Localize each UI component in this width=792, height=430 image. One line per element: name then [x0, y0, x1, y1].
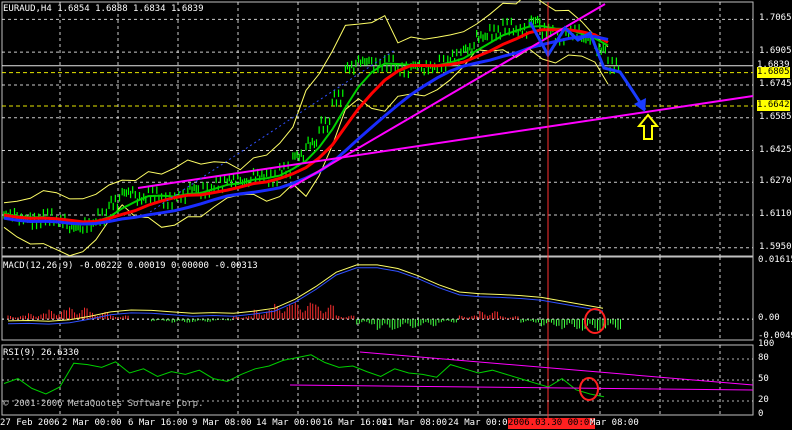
- price-tick-label: 1.6585: [759, 111, 792, 122]
- time-axis-label: Mar 08:00: [590, 418, 639, 428]
- price-tick-label: 1.6270: [759, 176, 792, 187]
- trendline-upper: [289, 3, 606, 189]
- price-tick-label: 1.5950: [759, 241, 792, 252]
- time-axis-label: 16 Mar 16:00: [322, 418, 388, 428]
- rsi-line: [3, 354, 605, 398]
- rsi-tick-label: 0: [758, 409, 764, 419]
- rsi-tick-label: 20: [758, 395, 769, 405]
- ma-red-line: [3, 28, 609, 224]
- time-axis-label: 2006.03.30 00:00: [508, 418, 595, 429]
- time-axis-label: 21 Mar 08:00: [382, 418, 448, 428]
- price-tick-label: 1.6745: [759, 78, 792, 89]
- time-axis-label: 2 Mar 00:00: [62, 418, 122, 428]
- rsi-tick-label: 50: [758, 374, 769, 384]
- yellow-up-arrow: [636, 113, 660, 140]
- price-tick-label: 1.6425: [759, 144, 792, 155]
- price-marker-label: 1.6805: [757, 66, 790, 78]
- price-tick-label: 1.7065: [759, 13, 792, 24]
- price-tick-label: 1.6110: [759, 209, 792, 220]
- rsi-tick-label: 100: [758, 339, 775, 349]
- chart-header: EURAUD,H4 1.6854 1.6888 1.6834 1.6839: [3, 4, 204, 15]
- macd-tick-label: 0.01615: [758, 254, 792, 265]
- time-axis-label: 6 Mar 16:00: [128, 418, 188, 428]
- time-axis-label: 27 Feb 2006: [0, 418, 60, 428]
- macd-header: MACD(12,26,9) -0.00222 0.00019 0.00000 -…: [3, 261, 258, 271]
- macd-tick-label: 0.00: [758, 313, 780, 324]
- price-marker-label: 1.6642: [757, 100, 790, 112]
- trendline-lower: [137, 95, 754, 189]
- time-axis-label: 14 Mar 00:00: [256, 418, 322, 428]
- rsi-header: RSI(9) 26.6330: [3, 348, 79, 358]
- time-axis-label: 24 Mar 00:00: [448, 418, 514, 428]
- rsi-tick-label: 80: [758, 353, 769, 363]
- ohlc-values: 1.6854 1.6888 1.6834 1.6839: [57, 4, 204, 14]
- rsi-trendline-lower: [289, 384, 754, 391]
- chart-canvas: [1, 0, 754, 420]
- price-tick-label: 1.6905: [759, 46, 792, 57]
- rsi-highlight-circle: [579, 377, 599, 401]
- copyright-text: © 2001-2006 MetaQuotes Software Corp.: [3, 399, 204, 409]
- time-axis-label: 9 Mar 08:00: [192, 418, 252, 428]
- symbol-timeframe: EURAUD,H4: [3, 4, 52, 14]
